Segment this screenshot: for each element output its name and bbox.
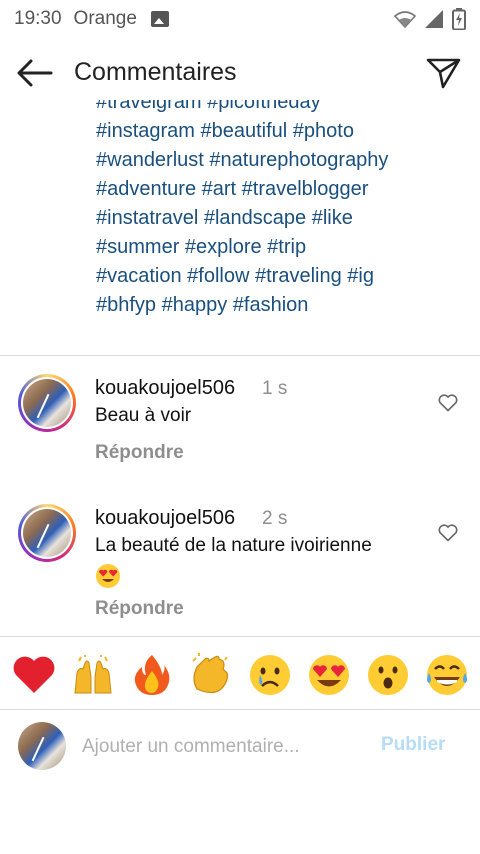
reply-button[interactable]: Répondre (95, 442, 184, 464)
comment-username[interactable]: kouakoujoel506 (95, 507, 235, 530)
battery-charging-icon (452, 8, 466, 30)
reaction-fire[interactable] (129, 652, 175, 698)
wifi-icon (394, 11, 416, 28)
reaction-red-heart[interactable] (11, 652, 57, 698)
heart-eyes-emoji (96, 563, 120, 588)
post-caption: #travelgram #picoftheday #instagram #bea… (96, 100, 466, 320)
comment-text: Beau à voir (95, 405, 192, 426)
header-bar: Commentaires (0, 38, 480, 108)
like-button[interactable] (436, 522, 460, 544)
heart-eyes-icon (308, 655, 349, 695)
astonished-face-icon (367, 655, 408, 695)
status-time: 19:30 (14, 8, 62, 29)
caption-line: #bhfyp #happy #fashion (96, 294, 309, 316)
paper-plane-icon (426, 58, 461, 89)
raising-hands-icon (73, 655, 112, 694)
reaction-tears-of-joy[interactable] (424, 652, 470, 698)
comment-avatar[interactable] (18, 374, 76, 432)
status-icons (394, 8, 466, 30)
quick-reaction-bar (0, 648, 480, 702)
caption-line: #wanderlust #naturephotography (96, 149, 389, 171)
publish-button[interactable]: Publier (381, 734, 445, 756)
clapping-hands-icon (191, 653, 228, 694)
reaction-divider (0, 636, 480, 637)
like-button[interactable] (436, 392, 460, 414)
reaction-crying-face[interactable] (247, 652, 293, 698)
caption-line: #travelgram #picoftheday (96, 100, 321, 113)
status-bar: 19:30 Orange (0, 0, 480, 38)
comment-avatar[interactable] (18, 504, 76, 562)
comment-text: La beauté de la nature ivoirienne (95, 531, 415, 591)
own-avatar (18, 722, 66, 770)
comment-composer: Publier (0, 716, 480, 776)
caption-line: #adventure #art #travelblogger (96, 178, 369, 200)
reaction-astonished-face[interactable] (365, 652, 411, 698)
comment-text-body: La beauté de la nature ivoirienne (95, 535, 372, 556)
caption-line: #vacation #follow #traveling #ig (96, 265, 374, 287)
reaction-clapping-hands[interactable] (188, 652, 234, 698)
back-button[interactable] (14, 54, 56, 92)
comment-timestamp: 2 s (262, 508, 288, 529)
crying-face-icon (249, 655, 290, 695)
comment-username[interactable]: kouakoujoel506 (95, 377, 235, 400)
caption-line: #instagram #beautiful #photo (96, 120, 354, 142)
red-heart-icon (13, 656, 54, 693)
reaction-raising-hands[interactable] (70, 652, 116, 698)
fire-icon (134, 655, 169, 695)
caption-line: #summer #explore #trip (96, 236, 307, 258)
reaction-heart-eyes[interactable] (306, 652, 352, 698)
reply-button[interactable]: Répondre (95, 598, 184, 620)
comment-timestamp: 1 s (262, 378, 288, 399)
page-title: Commentaires (74, 58, 237, 86)
comment-item: kouakoujoel506 2 s La beauté de la natur… (0, 502, 480, 632)
caption-divider (0, 355, 480, 356)
heart-outline-icon (438, 524, 458, 542)
arrow-left-icon (17, 59, 53, 87)
heart-outline-icon (438, 394, 458, 412)
caption-line: #instatravel #landscape #like (96, 207, 353, 229)
comments-scroll-area[interactable]: #travelgram #picoftheday #instagram #bea… (0, 100, 480, 636)
comment-input[interactable] (82, 730, 362, 764)
tears-of-joy-icon (426, 655, 467, 695)
comment-item: kouakoujoel506 1 s Beau à voir Répondre (0, 372, 480, 482)
status-carrier: Orange (73, 8, 137, 29)
signal-icon (425, 10, 443, 28)
image-icon (150, 11, 169, 27)
composer-divider (0, 709, 480, 710)
share-button[interactable] (422, 52, 466, 94)
